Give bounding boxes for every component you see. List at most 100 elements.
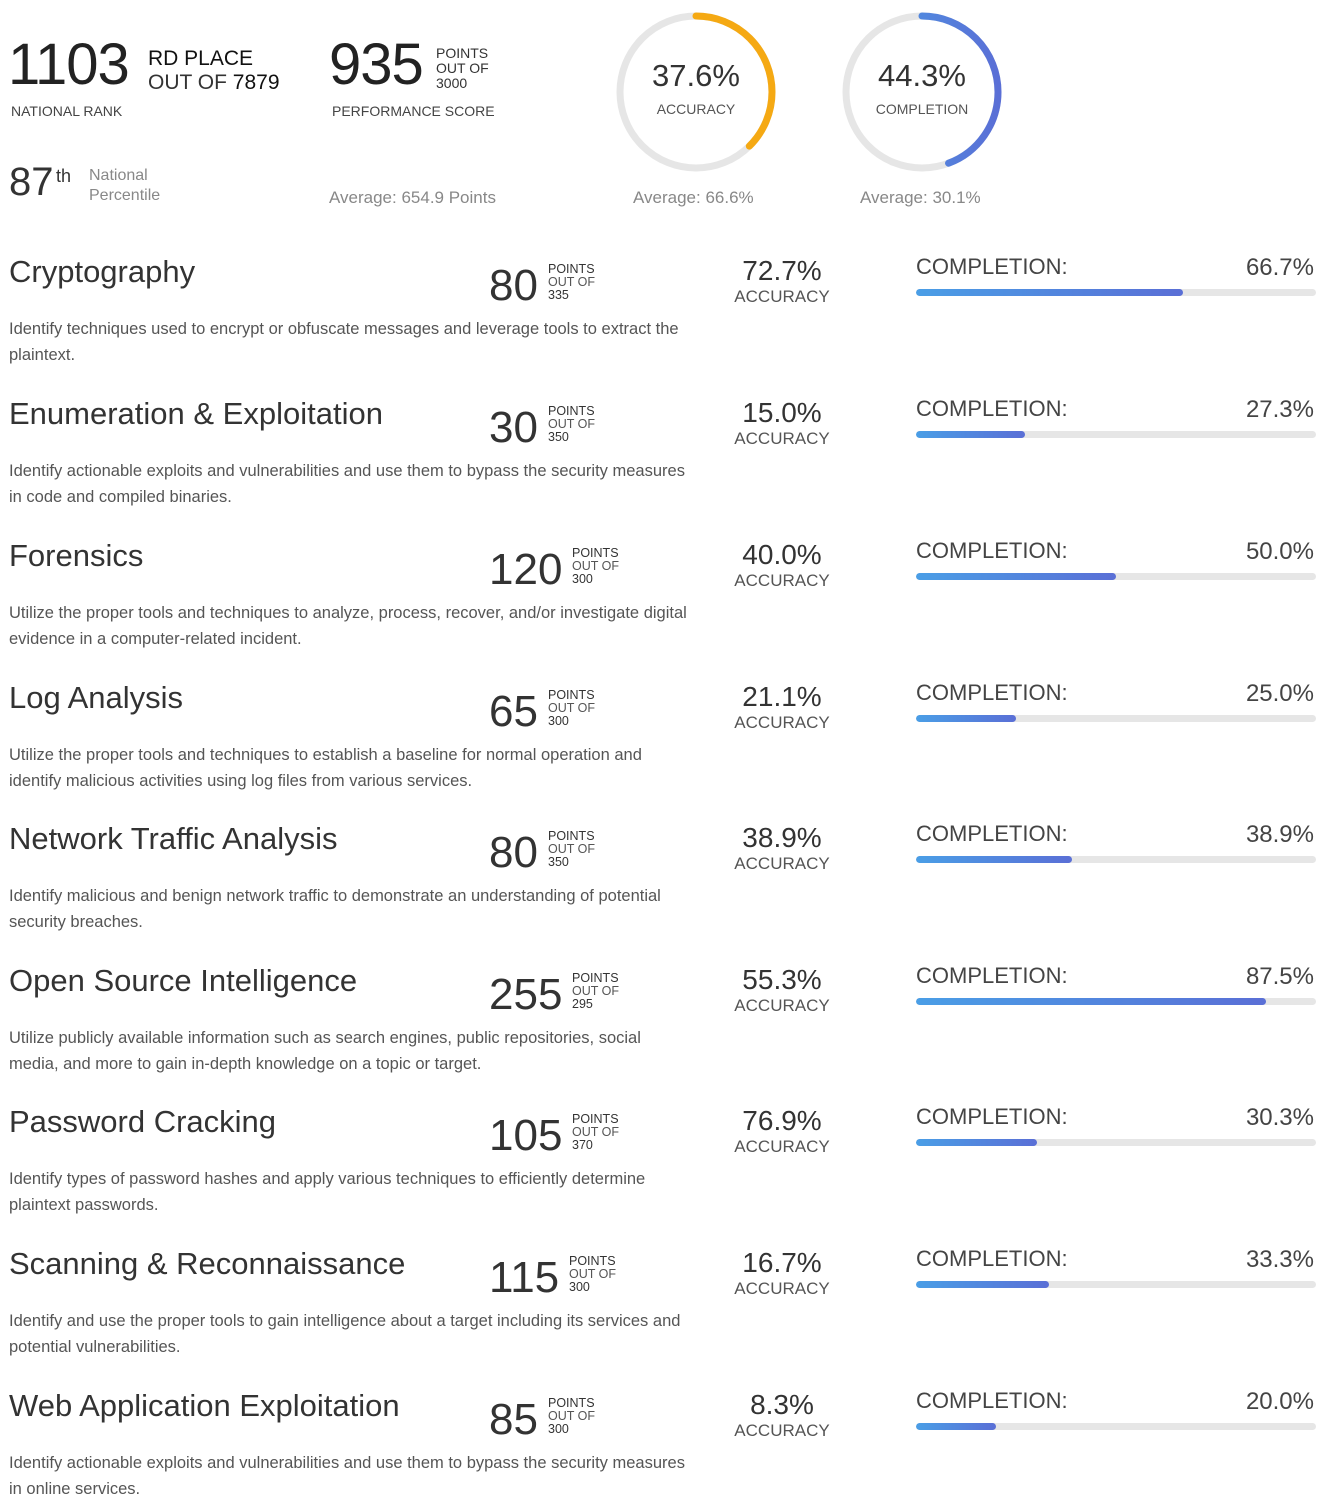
category-points: 120	[489, 545, 563, 594]
completion-value: 44.3%	[878, 58, 966, 93]
category-completion-bar	[916, 431, 1316, 438]
category-accuracy: 15.0% ACCURACY	[720, 396, 844, 447]
category-max-points: 295	[572, 997, 593, 1011]
performance-score-value: 935	[329, 32, 424, 97]
category-row-enumeration-exploitation: Enumeration & Exploitation 30 POINTS OUT…	[0, 396, 1318, 538]
category-completion-bar	[916, 573, 1316, 580]
percentile-label: National Percentile	[89, 166, 160, 206]
category-completion-label: COMPLETION:	[916, 1388, 1068, 1413]
category-completion-value: 66.7%	[1245, 254, 1314, 281]
category-description: Identify techniques used to encrypt or o…	[9, 320, 679, 364]
category-description: Identify actionable exploits and vulnera…	[9, 462, 685, 506]
category-points-suffix: POINTS OUT OF 370	[572, 1113, 619, 1152]
rank-out-of-label: OUT OF	[148, 71, 227, 94]
category-completion-label: COMPLETION:	[916, 538, 1068, 563]
performance-score-suffix: POINTS OUT OF 3000	[436, 46, 489, 91]
category-completion-label: COMPLETION:	[916, 963, 1068, 988]
category-completion-bar	[916, 998, 1316, 1005]
category-row-log-analysis: Log Analysis 65 POINTS OUT OF 300 21.1% …	[0, 680, 1318, 822]
category-points-suffix: POINTS OUT OF 300	[569, 1255, 616, 1294]
category-completion-bar	[916, 289, 1316, 296]
category-completion-label: COMPLETION:	[916, 680, 1068, 705]
category-completion-bar-fill	[916, 573, 1116, 580]
category-max-points: 300	[572, 572, 593, 586]
category-points-suffix: POINTS OUT OF 350	[548, 405, 595, 444]
category-completion-value: 50.0%	[1245, 538, 1314, 565]
national-rank-value: 1103	[8, 32, 130, 97]
category-points: 85	[489, 1395, 538, 1444]
score-max: 3000	[436, 75, 468, 91]
category-accuracy-label: ACCURACY	[734, 1421, 830, 1440]
category-accuracy-value: 72.7%	[742, 255, 822, 286]
category-points: 255	[489, 970, 563, 1019]
category-points-suffix: POINTS OUT OF 295	[572, 972, 619, 1011]
category-description: Utilize publicly available information s…	[9, 1029, 641, 1073]
percentile-label-line2: Percentile	[89, 187, 161, 204]
accuracy-label: ACCURACY	[656, 101, 736, 117]
category-points: 30	[489, 403, 538, 452]
category-completion-value: 20.0%	[1245, 1388, 1314, 1415]
category-name: Web Application Exploitation	[9, 1388, 400, 1423]
national-rank-suffix: RD PLACE OUT OF 7879	[148, 47, 280, 95]
accuracy-average: Average: 66.6%	[633, 188, 754, 207]
category-completion-bar-fill	[916, 289, 1183, 296]
category-points: 80	[489, 261, 538, 310]
category-accuracy: 55.3% ACCURACY	[720, 963, 844, 1014]
category-completion-bar	[916, 715, 1316, 722]
category-completion-bar	[916, 1423, 1316, 1430]
percentile-value: 87	[9, 160, 54, 204]
category-points-suffix: POINTS OUT OF 300	[548, 689, 595, 728]
category-accuracy-value: 15.0%	[742, 397, 822, 428]
category-accuracy-value: 16.7%	[742, 1247, 822, 1278]
category-accuracy: 40.0% ACCURACY	[720, 538, 844, 589]
category-max-points: 300	[569, 1280, 590, 1294]
category-row-cryptography: Cryptography 80 POINTS OUT OF 335 72.7% …	[0, 254, 1318, 396]
category-accuracy-label: ACCURACY	[734, 713, 830, 732]
category-completion-label: COMPLETION:	[916, 254, 1068, 279]
category-name: Password Cracking	[9, 1104, 277, 1139]
category-accuracy-value: 55.3%	[742, 964, 822, 995]
category-accuracy: 8.3% ACCURACY	[720, 1388, 844, 1439]
category-max-points: 300	[548, 1422, 569, 1436]
category-accuracy: 72.7% ACCURACY	[720, 254, 844, 305]
category-name: Open Source Intelligence	[9, 963, 358, 998]
category-description: Utilize the proper tools and techniques …	[9, 746, 642, 790]
category-name: Scanning & Reconnaissance	[9, 1246, 406, 1281]
category-completion-bar-fill	[916, 1423, 996, 1430]
category-completion-value: 33.3%	[1245, 1246, 1314, 1273]
category-completion-bar-fill	[916, 1139, 1038, 1146]
completion-average: Average: 30.1%	[860, 188, 981, 207]
category-points: 80	[489, 828, 538, 877]
category-accuracy: 16.7% ACCURACY	[720, 1246, 844, 1297]
accuracy-value: 37.6%	[652, 58, 740, 93]
category-completion-value: 30.3%	[1245, 1104, 1314, 1131]
category-row-scanning-reconnaissance: Scanning & Reconnaissance 115 POINTS OUT…	[0, 1246, 1318, 1388]
category-accuracy: 76.9% ACCURACY	[720, 1104, 844, 1155]
category-completion-value: 87.5%	[1245, 963, 1314, 990]
category-name: Enumeration & Exploitation	[9, 396, 383, 431]
category-name: Log Analysis	[9, 680, 184, 715]
performance-score-average: Average: 654.9 Points	[329, 188, 496, 207]
completion-label: COMPLETION	[875, 101, 969, 117]
category-accuracy-value: 38.9%	[742, 822, 822, 853]
category-completion-label: COMPLETION:	[916, 1246, 1068, 1271]
category-max-points: 300	[548, 714, 569, 728]
category-points: 65	[489, 687, 538, 736]
national-rank-label: NATIONAL RANK	[11, 103, 123, 119]
category-accuracy: 38.9% ACCURACY	[720, 821, 844, 872]
category-points-suffix: POINTS OUT OF 335	[548, 263, 595, 302]
rank-total: 7879	[232, 71, 280, 94]
category-completion-bar-fill	[916, 998, 1266, 1005]
category-row-forensics: Forensics 120 POINTS OUT OF 300 40.0% AC…	[0, 538, 1318, 680]
category-accuracy-value: 8.3%	[750, 1389, 814, 1420]
category-description: Utilize the proper tools and techniques …	[9, 604, 687, 648]
category-completion-label: COMPLETION:	[916, 396, 1068, 421]
category-points-suffix: POINTS OUT OF 300	[548, 1397, 595, 1436]
accuracy-gauge: 37.6% ACCURACY	[614, 10, 778, 174]
category-max-points: 350	[548, 430, 569, 444]
category-completion-bar	[916, 1281, 1316, 1288]
category-completion-bar-fill	[916, 856, 1072, 863]
category-accuracy-value: 40.0%	[742, 539, 822, 570]
category-accuracy-label: ACCURACY	[734, 287, 830, 306]
category-row-network-traffic-analysis: Network Traffic Analysis 80 POINTS OUT O…	[0, 821, 1318, 963]
